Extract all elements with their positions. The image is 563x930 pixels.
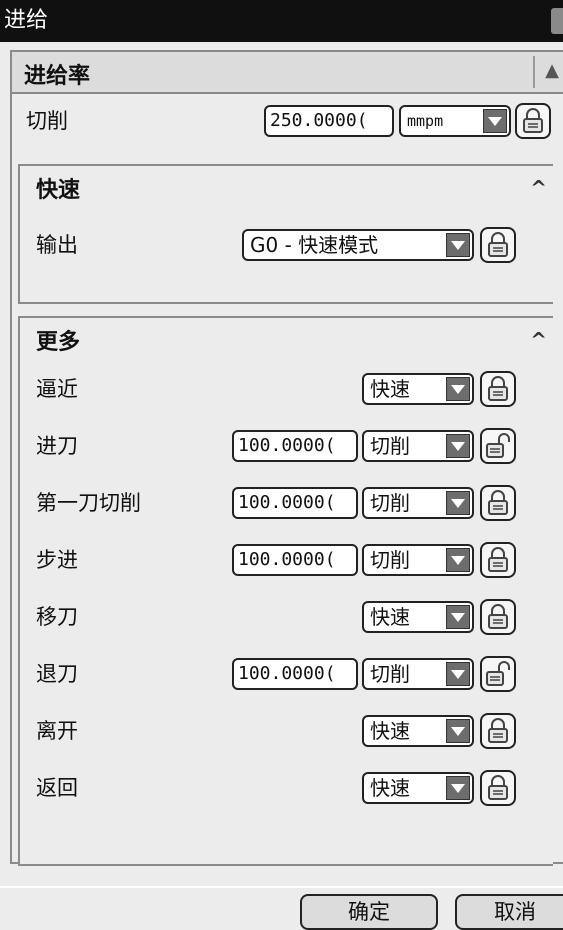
more-row-feed-input[interactable]: 100.0000( xyxy=(232,487,358,519)
more-row-label: 步进 xyxy=(36,548,78,572)
chevron-down-icon[interactable] xyxy=(446,233,470,257)
more-row: 逼近 快速 xyxy=(20,370,553,408)
lock-icon xyxy=(488,604,508,629)
header-divider xyxy=(533,56,535,88)
chevron-down-icon[interactable] xyxy=(446,377,470,401)
more-row-lock-button[interactable] xyxy=(480,713,516,749)
feed-rate-header[interactable]: 进给率 ▲ xyxy=(12,52,563,94)
more-row-lock-button[interactable] xyxy=(480,485,516,521)
more-row-mode-select[interactable]: 快速 xyxy=(362,715,474,747)
chevron-down-icon[interactable] xyxy=(483,109,507,133)
more-row-mode-select[interactable]: 切削 xyxy=(362,658,474,690)
lock-icon xyxy=(523,108,543,133)
lock-icon xyxy=(488,376,508,401)
unlock-icon xyxy=(486,661,510,686)
output-value: G0 - 快速模式 xyxy=(250,233,379,257)
more-row-mode-select[interactable]: 快速 xyxy=(362,772,474,804)
chevron-down-icon[interactable] xyxy=(446,662,470,686)
more-row-label: 移刀 xyxy=(36,605,78,629)
more-row: 返回 快速 xyxy=(20,769,553,807)
more-row-label: 逼近 xyxy=(36,377,78,401)
more-row-mode-select[interactable]: 切削 xyxy=(362,487,474,519)
more-row: 退刀 100.0000( 切削 xyxy=(20,655,553,693)
more-row: 进刀 100.0000( 切削 xyxy=(20,427,553,465)
cut-label: 切削 xyxy=(26,109,68,133)
more-row-lock-button[interactable] xyxy=(480,371,516,407)
more-row-mode-value: 切削 xyxy=(370,434,410,458)
more-panel: 更多 ^ 逼近 快速 进刀 100.0000(切削 第一刀切削 100.0000(切削 步进… xyxy=(18,316,553,866)
cut-lock-button[interactable] xyxy=(515,103,551,139)
chevron-up-icon[interactable]: ^ xyxy=(530,176,547,200)
lock-icon xyxy=(488,232,508,257)
close-button[interactable] xyxy=(551,8,563,34)
more-row-mode-value: 快速 xyxy=(370,605,410,629)
chevron-up-icon[interactable]: ▲ xyxy=(545,60,559,81)
chevron-down-icon[interactable] xyxy=(446,605,470,629)
chevron-down-icon[interactable] xyxy=(446,491,470,515)
more-row: 离开 快速 xyxy=(20,712,553,750)
output-row: 输出 G0 - 快速模式 xyxy=(20,226,553,264)
chevron-down-icon[interactable] xyxy=(446,719,470,743)
more-row: 第一刀切削 100.0000( 切削 xyxy=(20,484,553,522)
more-row-mode-select[interactable]: 切削 xyxy=(362,430,474,462)
dialog-body: 进给率 ▲ 切削 250.0000( mmpm 快速 ^ 输出 G0 - 快速模… xyxy=(0,42,563,930)
more-row-feed-input[interactable]: 100.0000( xyxy=(232,544,358,576)
more-row-lock-button[interactable] xyxy=(480,656,516,692)
more-row: 步进 100.0000( 切削 xyxy=(20,541,553,579)
lock-icon xyxy=(488,490,508,515)
more-row-label: 退刀 xyxy=(36,662,78,686)
chevron-down-icon[interactable] xyxy=(446,434,470,458)
lock-icon xyxy=(488,547,508,572)
output-label: 输出 xyxy=(36,233,78,257)
rapid-panel: 快速 ^ 输出 G0 - 快速模式 xyxy=(18,164,553,304)
output-select[interactable]: G0 - 快速模式 xyxy=(242,229,474,261)
unlock-icon xyxy=(486,433,510,458)
feed-rate-group: 进给率 ▲ 切削 250.0000( mmpm 快速 ^ 输出 G0 - 快速模… xyxy=(10,50,563,866)
cut-feed-input[interactable]: 250.0000( xyxy=(264,105,394,137)
output-lock-button[interactable] xyxy=(480,227,516,263)
more-row-label: 第一刀切削 xyxy=(36,491,141,515)
more-row-feed-input[interactable]: 100.0000( xyxy=(232,658,358,690)
chevron-up-icon[interactable]: ^ xyxy=(530,328,547,352)
window-title: 进给 xyxy=(4,8,49,33)
more-row-mode-value: 快速 xyxy=(370,719,410,743)
chevron-down-icon[interactable] xyxy=(446,548,470,572)
more-row: 移刀 快速 xyxy=(20,598,553,636)
more-row-mode-value: 切削 xyxy=(370,548,410,572)
more-row-mode-value: 快速 xyxy=(370,776,410,800)
more-title: 更多 xyxy=(36,330,81,355)
feed-rate-title: 进给率 xyxy=(24,64,91,89)
more-row-mode-select[interactable]: 切削 xyxy=(362,544,474,576)
more-row-mode-select[interactable]: 快速 xyxy=(362,601,474,633)
more-row-lock-button[interactable] xyxy=(480,599,516,635)
cancel-button[interactable]: 取消 xyxy=(455,894,563,930)
cut-unit-select[interactable]: mmpm xyxy=(399,105,511,137)
more-row-label: 离开 xyxy=(36,719,78,743)
more-row-lock-button[interactable] xyxy=(480,770,516,806)
lock-icon xyxy=(488,775,508,800)
title-bar: 进给 xyxy=(0,0,563,42)
more-row-mode-value: 切削 xyxy=(370,662,410,686)
more-row-mode-select[interactable]: 快速 xyxy=(362,373,474,405)
rapid-title: 快速 xyxy=(36,178,81,203)
footer-divider xyxy=(0,886,563,888)
cut-row: 切削 250.0000( mmpm xyxy=(12,102,563,140)
more-row-label: 返回 xyxy=(36,776,78,800)
chevron-down-icon[interactable] xyxy=(446,776,470,800)
cut-unit-value: mmpm xyxy=(407,112,444,130)
more-row-lock-button[interactable] xyxy=(480,428,516,464)
more-row-lock-button[interactable] xyxy=(480,542,516,578)
more-row-feed-input[interactable]: 100.0000( xyxy=(232,430,358,462)
ok-button[interactable]: 确定 xyxy=(300,894,438,930)
more-row-mode-value: 切削 xyxy=(370,491,410,515)
more-row-mode-value: 快速 xyxy=(370,377,410,401)
more-row-label: 进刀 xyxy=(36,434,78,458)
lock-icon xyxy=(488,718,508,743)
